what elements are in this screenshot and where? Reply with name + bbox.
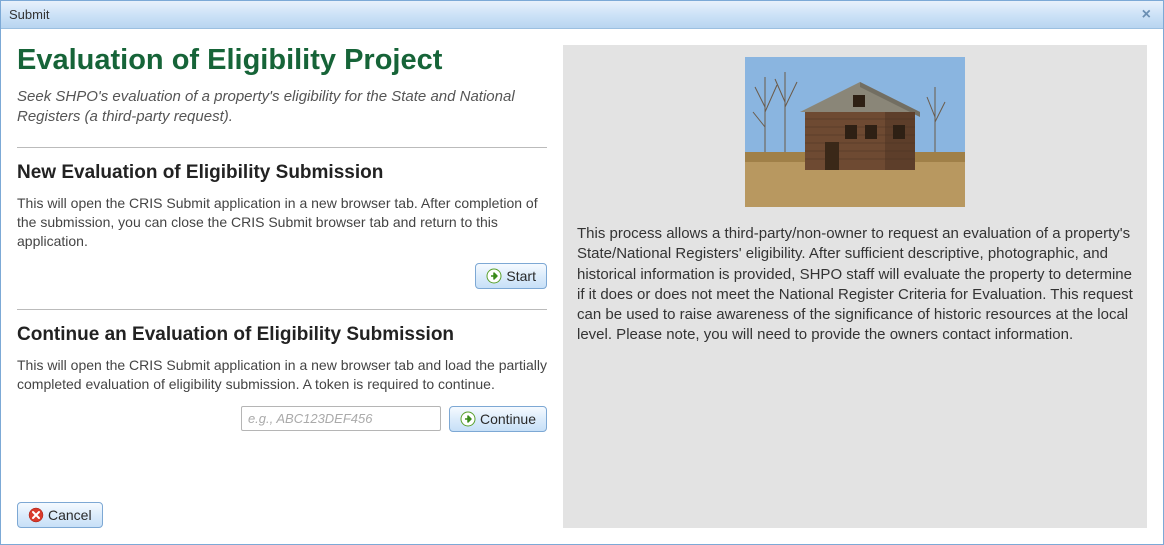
content-area: Evaluation of Eligibility Project Seek S… (1, 29, 1163, 544)
continue-submission-heading: Continue an Evaluation of Eligibility Su… (17, 324, 547, 346)
arrow-right-icon (486, 268, 502, 284)
page-subtitle: Seek SHPO's evaluation of a property's e… (17, 87, 547, 128)
close-icon[interactable]: × (1138, 6, 1155, 24)
start-button-label: Start (506, 268, 536, 284)
window-title: Submit (9, 7, 49, 22)
continue-submission-text: This will open the CRIS Submit applicati… (17, 356, 547, 394)
continue-button[interactable]: Continue (449, 406, 547, 432)
new-submission-actions: Start (17, 263, 547, 289)
start-button[interactable]: Start (475, 263, 547, 289)
new-submission-heading: New Evaluation of Eligibility Submission (17, 162, 547, 184)
left-column: Evaluation of Eligibility Project Seek S… (17, 45, 547, 528)
cancel-button[interactable]: Cancel (17, 502, 103, 528)
token-input[interactable] (241, 406, 441, 431)
continue-button-label: Continue (480, 411, 536, 427)
new-submission-text: This will open the CRIS Submit applicati… (17, 194, 547, 251)
cancel-icon (28, 507, 44, 523)
footer-actions: Cancel (17, 492, 547, 528)
submit-dialog: Submit × Evaluation of Eligibility Proje… (0, 0, 1164, 545)
right-column: This process allows a third-party/non-ow… (563, 45, 1147, 528)
property-photo (745, 57, 965, 207)
photo-container (577, 57, 1133, 210)
page-title: Evaluation of Eligibility Project (17, 45, 547, 77)
arrow-right-icon (460, 411, 476, 427)
description-text: This process allows a third-party/non-ow… (577, 224, 1133, 346)
continue-submission-actions: Continue (17, 406, 547, 432)
divider (17, 309, 547, 310)
titlebar: Submit × (1, 1, 1163, 29)
cancel-button-label: Cancel (48, 507, 92, 523)
divider (17, 147, 547, 148)
